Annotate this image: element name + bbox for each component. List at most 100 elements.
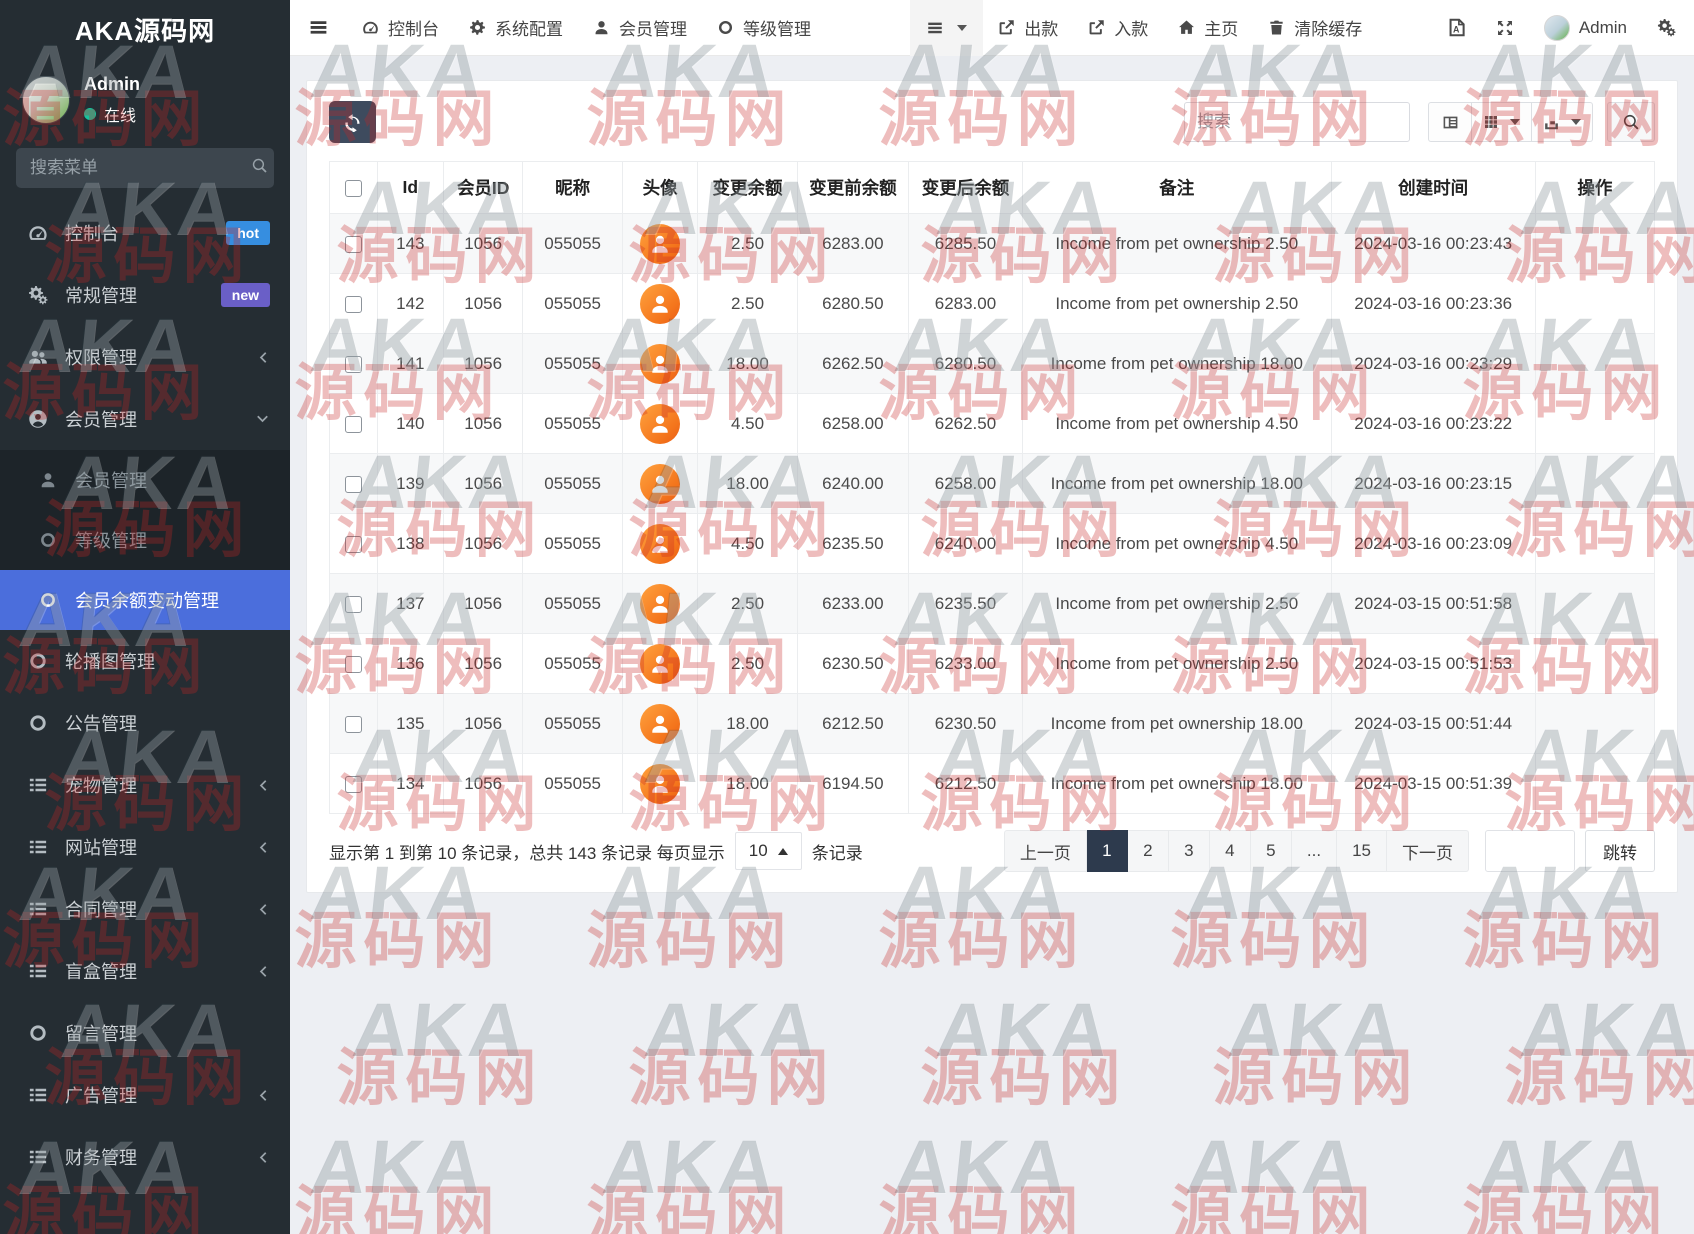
toolbar-right	[1184, 102, 1655, 142]
page-2[interactable]: 2	[1128, 830, 1169, 872]
page-size-select[interactable]: 10	[735, 832, 802, 870]
cell-before: 6280.50	[797, 274, 908, 334]
sidebar-item-website-management[interactable]: 网站管理	[0, 816, 290, 878]
cogs-icon	[26, 285, 50, 305]
column-header[interactable]: 头像	[622, 162, 698, 214]
users-icon	[26, 347, 50, 367]
jump-page-input[interactable]	[1485, 830, 1575, 872]
column-header[interactable]: 备注	[1022, 162, 1331, 214]
circle-icon	[717, 19, 734, 36]
column-header[interactable]: Id	[377, 162, 443, 214]
nav-system-config[interactable]: 系统配置	[454, 0, 578, 56]
page-ellipsis[interactable]: ...	[1292, 830, 1337, 872]
column-header[interactable]: 操作	[1535, 162, 1654, 214]
cell-id: 137	[377, 574, 443, 634]
sidebar-item-member-balance-change[interactable]: 会员余额变动管理	[0, 570, 290, 630]
column-header[interactable]: 变更前余额	[797, 162, 908, 214]
row-checkbox[interactable]	[345, 476, 362, 493]
caret-up-icon	[778, 848, 788, 855]
user-circle-icon	[26, 409, 50, 429]
cell-actions	[1535, 514, 1654, 574]
refresh-button[interactable]	[329, 101, 376, 143]
sidebar-item-carousel-management[interactable]: 轮播图管理	[0, 630, 290, 692]
list-icon	[26, 899, 50, 919]
cell-nickname: 055055	[523, 514, 622, 574]
search-button[interactable]	[1607, 102, 1655, 142]
user-icon	[36, 471, 60, 489]
cell-nickname: 055055	[523, 334, 622, 394]
column-header[interactable]: 会员ID	[443, 162, 523, 214]
sidebar-item-dashboard[interactable]: 控制台hot	[0, 202, 290, 264]
export-icon	[1543, 114, 1560, 131]
nav-language[interactable]: A	[1432, 0, 1481, 56]
column-header[interactable]: 创建时间	[1331, 162, 1535, 214]
nav-deposit[interactable]: 入款	[1073, 0, 1163, 56]
sidebar-item-ad-management[interactable]: 广告管理	[0, 1064, 290, 1126]
row-checkbox[interactable]	[345, 236, 362, 253]
sidebar: AKA源码网 Admin 在线 控制台hot常规管理new权限管理会员管理会员管…	[0, 0, 290, 1234]
jump-button[interactable]: 跳转	[1585, 830, 1655, 872]
export-button[interactable]	[1532, 102, 1593, 142]
nav-dashboard[interactable]: 控制台	[347, 0, 454, 56]
cell-id: 140	[377, 394, 443, 454]
sidebar-item-blindbox-management[interactable]: 盲盒管理	[0, 940, 290, 1002]
trash-icon	[1268, 19, 1285, 36]
sidebar-item-pet-management[interactable]: 宠物管理	[0, 754, 290, 816]
nav-item-label: 入款	[1114, 15, 1148, 40]
nav-fullscreen[interactable]	[1481, 0, 1529, 56]
table-search-input[interactable]	[1184, 102, 1410, 142]
column-header[interactable]: 变更后余额	[909, 162, 1023, 214]
cell-select	[330, 634, 378, 694]
page-15[interactable]: 15	[1337, 830, 1387, 872]
cell-actions	[1535, 754, 1654, 814]
cell-actions	[1535, 694, 1654, 754]
sidebar-item-general-management[interactable]: 常规管理new	[0, 264, 290, 326]
detail-view-button[interactable]	[1428, 102, 1472, 142]
row-checkbox[interactable]	[345, 536, 362, 553]
page-5[interactable]: 5	[1251, 830, 1292, 872]
select-all-checkbox[interactable]	[345, 180, 362, 197]
sidebar-item-label: 权限管理	[65, 344, 137, 370]
user-panel: Admin 在线	[0, 58, 290, 134]
cell-actions	[1535, 274, 1654, 334]
sidebar-item-announcement-management[interactable]: 公告管理	[0, 692, 290, 754]
page-prev[interactable]: 上一页	[1004, 830, 1087, 872]
search-icon	[251, 157, 268, 179]
sidebar-item-contract-management[interactable]: 合同管理	[0, 878, 290, 940]
sidebar-item-level-management[interactable]: 等级管理	[0, 510, 290, 570]
nav-level-management[interactable]: 等级管理	[702, 0, 826, 56]
nav-clear-cache[interactable]: 清除缓存	[1253, 0, 1377, 56]
row-checkbox[interactable]	[345, 356, 362, 373]
nav-homepage[interactable]: 主页	[1163, 0, 1253, 56]
column-header[interactable]: 昵称	[523, 162, 622, 214]
nav-settings[interactable]	[1642, 0, 1694, 56]
cell-select	[330, 454, 378, 514]
cell-select	[330, 334, 378, 394]
row-checkbox[interactable]	[345, 296, 362, 313]
nav-member-management[interactable]: 会员管理	[578, 0, 702, 56]
avatar-icon	[1544, 15, 1570, 41]
row-checkbox[interactable]	[345, 656, 362, 673]
nav-user[interactable]: Admin	[1529, 0, 1642, 56]
sidebar-item-member-list[interactable]: 会员管理	[0, 450, 290, 510]
row-checkbox[interactable]	[345, 716, 362, 733]
page-4[interactable]: 4	[1210, 830, 1251, 872]
page-3[interactable]: 3	[1169, 830, 1210, 872]
page-next[interactable]: 下一页	[1387, 830, 1469, 872]
nav-menu-dropdown[interactable]	[910, 0, 983, 56]
hamburger-menu-icon[interactable]	[290, 0, 347, 56]
pagination: 上一页12345...15下一页	[1004, 830, 1469, 872]
columns-button[interactable]	[1472, 102, 1532, 142]
nav-withdraw[interactable]: 出款	[983, 0, 1073, 56]
cell-avatar	[622, 214, 698, 274]
sidebar-item-permission-management[interactable]: 权限管理	[0, 326, 290, 388]
page-1[interactable]: 1	[1087, 830, 1128, 872]
sidebar-item-message-management[interactable]: 留言管理	[0, 1002, 290, 1064]
sidebar-search-input[interactable]	[30, 158, 251, 178]
row-checkbox[interactable]	[345, 596, 362, 613]
sidebar-item-member-management[interactable]: 会员管理	[0, 388, 290, 450]
sidebar-item-finance-management[interactable]: 财务管理	[0, 1126, 290, 1188]
column-header[interactable]: 变更余额	[698, 162, 797, 214]
row-checkbox[interactable]	[345, 416, 362, 433]
row-checkbox[interactable]	[345, 776, 362, 793]
